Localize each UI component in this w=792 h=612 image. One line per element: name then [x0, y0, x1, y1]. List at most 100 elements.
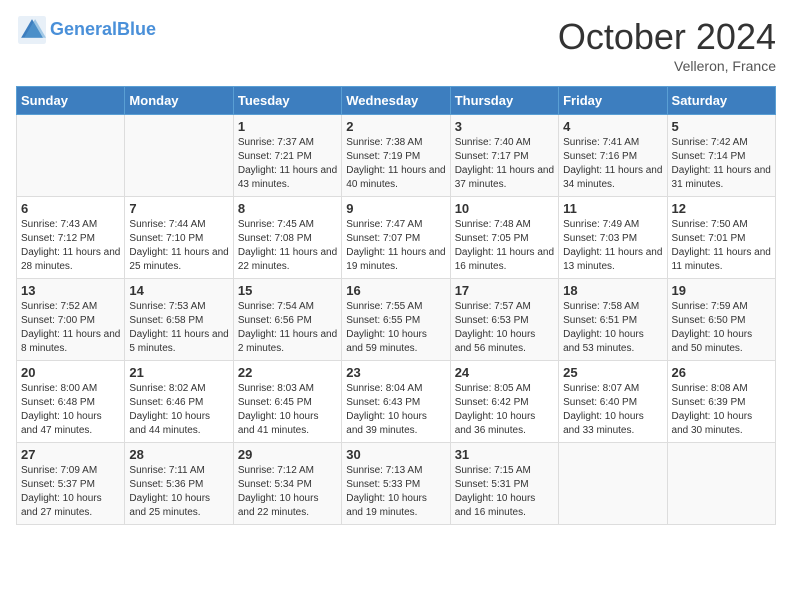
day-info: Sunrise: 8:05 AMSunset: 6:42 PMDaylight:… — [455, 382, 554, 438]
day-info: Sunrise: 7:57 AMSunset: 6:53 PMDaylight:… — [455, 300, 554, 356]
day-info: Sunrise: 7:09 AMSunset: 5:37 PMDaylight:… — [21, 464, 120, 520]
day-info: Sunrise: 7:58 AMSunset: 6:51 PMDaylight:… — [563, 300, 662, 356]
day-number: 1 — [238, 119, 337, 134]
day-cell: 10Sunrise: 7:48 AMSunset: 7:05 PMDayligh… — [450, 197, 558, 279]
day-number: 19 — [672, 283, 771, 298]
day-number: 7 — [129, 201, 228, 216]
day-cell: 31 Sunrise: 7:15 AMSunset: 5:31 PMDayligh… — [450, 443, 558, 525]
weekday-header-thursday: Thursday — [450, 87, 558, 115]
day-number: 28 — [129, 447, 228, 462]
logo-icon — [16, 16, 48, 44]
weekday-header-sunday: Sunday — [17, 87, 125, 115]
day-cell: 14 Sunrise: 7:53 AMSunset: 6:58 PMDayligh… — [125, 279, 233, 361]
day-cell — [667, 443, 775, 525]
day-cell: 3 Sunrise: 7:40 AMSunset: 7:17 PMDaylight… — [450, 115, 558, 197]
week-row-1: 1 Sunrise: 7:37 AMSunset: 7:21 PMDaylight… — [17, 115, 776, 197]
weekday-header-monday: Monday — [125, 87, 233, 115]
day-info: Sunrise: 7:15 AMSunset: 5:31 PMDaylight:… — [455, 464, 554, 520]
day-number: 30 — [346, 447, 445, 462]
day-number: 16 — [346, 283, 445, 298]
day-info: Sunrise: 8:03 AMSunset: 6:45 PMDaylight:… — [238, 382, 337, 438]
day-number: 8 — [238, 201, 337, 216]
day-cell: 9 Sunrise: 7:47 AMSunset: 7:07 PMDaylight… — [342, 197, 450, 279]
day-cell: 7Sunrise: 7:44 AMSunset: 7:10 PMDaylight… — [125, 197, 233, 279]
day-info: Sunrise: 7:13 AMSunset: 5:33 PMDaylight:… — [346, 464, 445, 520]
day-number: 31 — [455, 447, 554, 462]
week-row-5: 27 Sunrise: 7:09 AMSunset: 5:37 PMDayligh… — [17, 443, 776, 525]
day-cell — [17, 115, 125, 197]
day-number: 21 — [129, 365, 228, 380]
day-cell: 8 Sunrise: 7:45 AMSunset: 7:08 PMDaylight… — [233, 197, 341, 279]
day-cell: 5Sunrise: 7:42 AMSunset: 7:14 PMDaylight… — [667, 115, 775, 197]
day-info: Sunrise: 7:43 AMSunset: 7:12 PMDaylight:… — [21, 218, 120, 274]
day-number: 18 — [563, 283, 662, 298]
day-cell: 22 Sunrise: 8:03 AMSunset: 6:45 PMDayligh… — [233, 361, 341, 443]
day-cell: 27 Sunrise: 7:09 AMSunset: 5:37 PMDayligh… — [17, 443, 125, 525]
day-info: Sunrise: 7:55 AMSunset: 6:55 PMDaylight:… — [346, 300, 445, 356]
calendar-table: SundayMondayTuesdayWednesdayThursdayFrid… — [16, 86, 776, 525]
day-number: 15 — [238, 283, 337, 298]
day-cell: 13 Sunrise: 7:52 AMSunset: 7:00 PMDayligh… — [17, 279, 125, 361]
day-number: 26 — [672, 365, 771, 380]
day-cell — [559, 443, 667, 525]
day-number: 23 — [346, 365, 445, 380]
day-cell: 24 Sunrise: 8:05 AMSunset: 6:42 PMDayligh… — [450, 361, 558, 443]
day-number: 10 — [455, 201, 554, 216]
week-row-4: 20 Sunrise: 8:00 AMSunset: 6:48 PMDayligh… — [17, 361, 776, 443]
day-info: Sunrise: 8:00 AMSunset: 6:48 PMDaylight:… — [21, 382, 120, 438]
day-info: Sunrise: 7:59 AMSunset: 6:50 PMDaylight:… — [672, 300, 771, 356]
day-cell: 25Sunrise: 8:07 AMSunset: 6:40 PMDayligh… — [559, 361, 667, 443]
day-cell: 15Sunrise: 7:54 AMSunset: 6:56 PMDayligh… — [233, 279, 341, 361]
day-number: 22 — [238, 365, 337, 380]
day-info: Sunrise: 7:45 AMSunset: 7:08 PMDaylight:… — [238, 218, 337, 274]
day-number: 29 — [238, 447, 337, 462]
day-number: 27 — [21, 447, 120, 462]
day-number: 3 — [455, 119, 554, 134]
day-info: Sunrise: 7:12 AMSunset: 5:34 PMDaylight:… — [238, 464, 337, 520]
day-number: 20 — [21, 365, 120, 380]
day-cell: 23 Sunrise: 8:04 AMSunset: 6:43 PMDayligh… — [342, 361, 450, 443]
day-cell: 1 Sunrise: 7:37 AMSunset: 7:21 PMDaylight… — [233, 115, 341, 197]
title-block: October 2024 Velleron, France — [558, 16, 776, 74]
day-info: Sunrise: 7:47 AMSunset: 7:07 PMDaylight:… — [346, 218, 445, 274]
day-info: Sunrise: 8:07 AMSunset: 6:40 PMDaylight:… — [563, 382, 662, 438]
day-cell: 12 Sunrise: 7:50 AMSunset: 7:01 PMDayligh… — [667, 197, 775, 279]
day-number: 4 — [563, 119, 662, 134]
day-cell: 4 Sunrise: 7:41 AMSunset: 7:16 PMDaylight… — [559, 115, 667, 197]
day-cell: 21 Sunrise: 8:02 AMSunset: 6:46 PMDayligh… — [125, 361, 233, 443]
day-info: Sunrise: 8:08 AMSunset: 6:39 PMDaylight:… — [672, 382, 771, 438]
day-number: 11 — [563, 201, 662, 216]
day-info: Sunrise: 7:42 AMSunset: 7:14 PMDaylight:… — [672, 136, 771, 192]
day-cell: 29 Sunrise: 7:12 AMSunset: 5:34 PMDayligh… — [233, 443, 341, 525]
day-cell: 30 Sunrise: 7:13 AMSunset: 5:33 PMDayligh… — [342, 443, 450, 525]
day-cell: 26 Sunrise: 8:08 AMSunset: 6:39 PMDayligh… — [667, 361, 775, 443]
day-number: 14 — [129, 283, 228, 298]
day-number: 12 — [672, 201, 771, 216]
day-cell: 16 Sunrise: 7:55 AMSunset: 6:55 PMDayligh… — [342, 279, 450, 361]
day-cell: 11 Sunrise: 7:49 AMSunset: 7:03 PMDayligh… — [559, 197, 667, 279]
day-info: Sunrise: 8:04 AMSunset: 6:43 PMDaylight:… — [346, 382, 445, 438]
day-number: 13 — [21, 283, 120, 298]
day-info: Sunrise: 7:50 AMSunset: 7:01 PMDaylight:… — [672, 218, 771, 274]
day-cell: 20 Sunrise: 8:00 AMSunset: 6:48 PMDayligh… — [17, 361, 125, 443]
day-cell: 28Sunrise: 7:11 AMSunset: 5:36 PMDayligh… — [125, 443, 233, 525]
day-info: Sunrise: 7:41 AMSunset: 7:16 PMDaylight:… — [563, 136, 662, 192]
day-cell: 17 Sunrise: 7:57 AMSunset: 6:53 PMDayligh… — [450, 279, 558, 361]
day-info: Sunrise: 7:53 AMSunset: 6:58 PMDaylight:… — [129, 300, 228, 356]
day-info: Sunrise: 8:02 AMSunset: 6:46 PMDaylight:… — [129, 382, 228, 438]
day-info: Sunrise: 7:52 AMSunset: 7:00 PMDaylight:… — [21, 300, 120, 356]
day-number: 9 — [346, 201, 445, 216]
day-info: Sunrise: 7:40 AMSunset: 7:17 PMDaylight:… — [455, 136, 554, 192]
logo-line2: Blue — [117, 19, 156, 39]
day-info: Sunrise: 7:49 AMSunset: 7:03 PMDaylight:… — [563, 218, 662, 274]
location: Velleron, France — [558, 58, 776, 74]
page-header: GeneralBlue October 2024 Velleron, Franc… — [16, 16, 776, 74]
logo: GeneralBlue — [16, 16, 156, 44]
weekday-header-tuesday: Tuesday — [233, 87, 341, 115]
day-info: Sunrise: 7:37 AMSunset: 7:21 PMDaylight:… — [238, 136, 337, 192]
weekday-header-saturday: Saturday — [667, 87, 775, 115]
day-cell — [125, 115, 233, 197]
day-number: 24 — [455, 365, 554, 380]
weekday-header-wednesday: Wednesday — [342, 87, 450, 115]
day-number: 17 — [455, 283, 554, 298]
